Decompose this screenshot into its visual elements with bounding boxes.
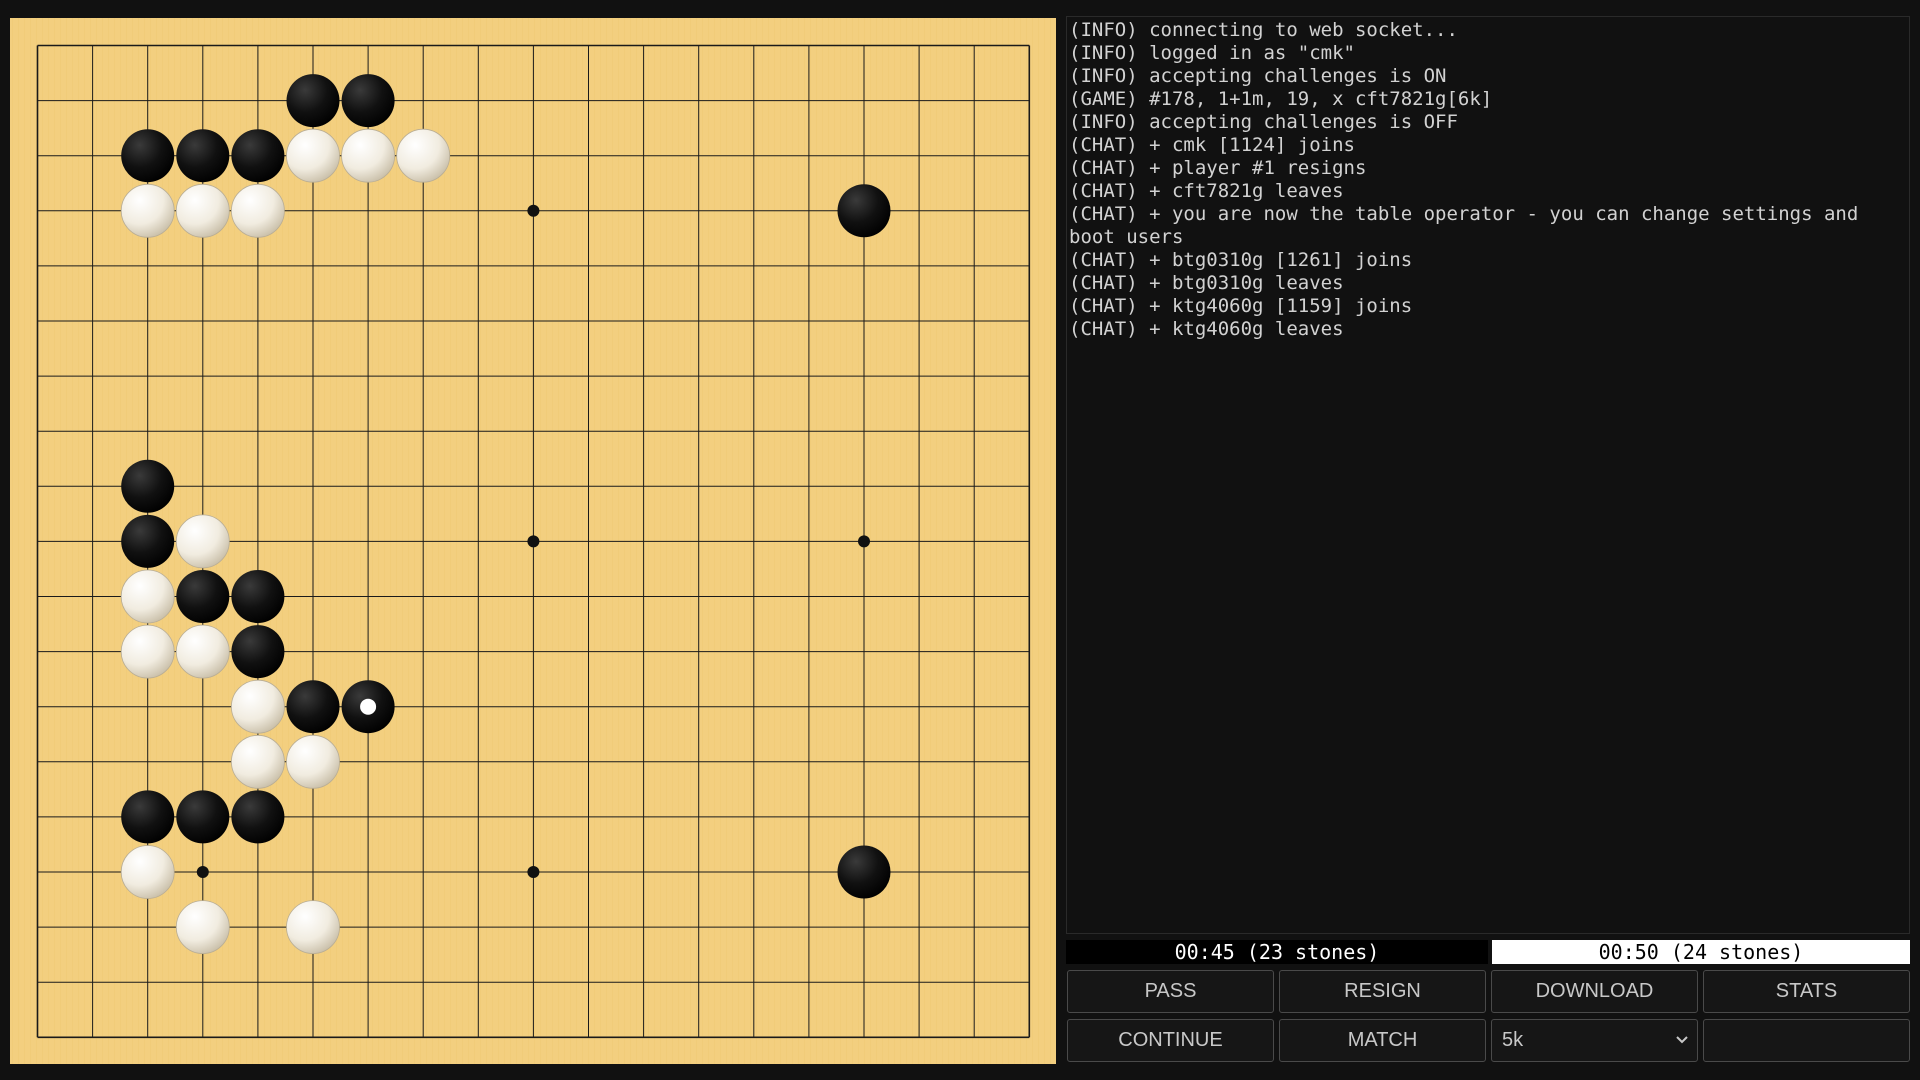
white-stone	[230, 734, 285, 789]
black-stone	[121, 790, 175, 844]
white-stone	[230, 183, 285, 238]
black-stone	[121, 459, 175, 513]
log-line: (INFO) connecting to web socket...	[1069, 19, 1458, 41]
log-line: (GAME) #178, 1+1m, 19, x cft7821g[6k]	[1069, 88, 1493, 110]
empty-button-slot[interactable]	[1703, 1019, 1910, 1062]
black-stone	[231, 129, 285, 183]
white-stone	[120, 183, 175, 238]
white-stone	[396, 128, 451, 183]
black-stone	[231, 625, 285, 679]
white-stone	[175, 624, 230, 679]
go-board-svg[interactable]	[10, 18, 1056, 1064]
log-line: (CHAT) + you are now the table operator …	[1069, 203, 1870, 248]
download-button[interactable]: DOWNLOAD	[1491, 970, 1698, 1013]
black-stone	[286, 74, 340, 128]
pass-button[interactable]: PASS	[1067, 970, 1274, 1013]
message-log[interactable]: (INFO) connecting to web socket... (INFO)…	[1066, 16, 1910, 934]
white-stone	[230, 679, 285, 734]
star-point	[196, 866, 209, 878]
log-line: (CHAT) + cft7821g leaves	[1069, 180, 1344, 202]
continue-button[interactable]: CONTINUE	[1067, 1019, 1274, 1062]
white-stone	[341, 128, 396, 183]
black-stone	[341, 74, 395, 128]
star-point	[527, 204, 540, 217]
log-line: (CHAT) + ktg4060g leaves	[1069, 318, 1344, 340]
white-clock: 00:50 (24 stones)	[1492, 940, 1910, 964]
black-stone	[176, 129, 230, 183]
chevron-down-icon	[1675, 1020, 1689, 1077]
white-stone	[286, 900, 340, 954]
black-stone	[176, 570, 230, 623]
log-line: (CHAT) + btg0310g leaves	[1069, 272, 1344, 294]
rank-select[interactable]: 5k	[1491, 1019, 1698, 1062]
white-stone	[286, 734, 340, 789]
white-stone	[120, 624, 175, 679]
log-line: (CHAT) + ktg4060g [1159] joins	[1069, 295, 1413, 317]
log-line: (INFO) accepting challenges is ON	[1069, 65, 1447, 87]
star-point	[527, 535, 540, 548]
white-stone	[120, 845, 175, 899]
white-stone	[175, 183, 230, 238]
log-line: (CHAT) + btg0310g [1261] joins	[1069, 249, 1413, 271]
black-clock: 00:45 (23 stones)	[1066, 940, 1488, 964]
log-line: (INFO) accepting challenges is OFF	[1069, 111, 1458, 133]
black-stone	[121, 514, 175, 568]
black-stone	[121, 129, 175, 183]
star-point	[527, 866, 540, 878]
go-board[interactable]	[10, 18, 1056, 1064]
log-line: (CHAT) + player #1 resigns	[1069, 157, 1367, 179]
black-stone	[837, 184, 891, 238]
log-line: (CHAT) + cmk [1124] joins	[1069, 134, 1355, 156]
white-stone	[175, 514, 230, 569]
rank-select-value: 5k	[1502, 1029, 1524, 1051]
black-stone	[231, 570, 285, 623]
black-stone	[837, 845, 891, 899]
log-line: (INFO) logged in as "cmk"	[1069, 42, 1355, 64]
stats-button[interactable]: STATS	[1703, 970, 1910, 1013]
resign-button[interactable]: RESIGN	[1279, 970, 1486, 1013]
white-stone	[120, 569, 175, 624]
white-stone	[286, 128, 340, 183]
black-stone	[286, 680, 340, 734]
black-stone	[176, 790, 230, 844]
star-point	[858, 535, 870, 548]
white-stone	[175, 900, 230, 954]
last-move-marker	[360, 698, 377, 715]
match-button[interactable]: MATCH	[1279, 1019, 1486, 1062]
black-stone	[231, 790, 285, 844]
